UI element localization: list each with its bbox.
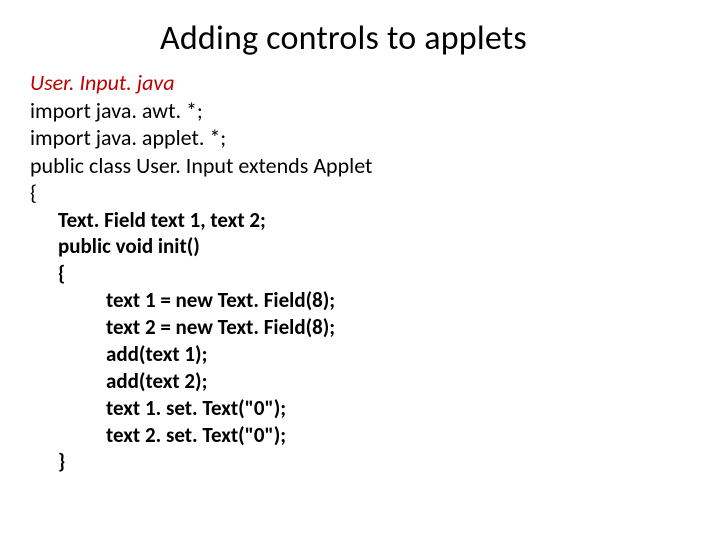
code-line: text 2. set. Text("0");	[30, 422, 690, 449]
code-line: {	[30, 179, 690, 207]
code-line: import java. applet. *;	[30, 124, 690, 152]
code-line: public class User. Input extends Applet	[30, 152, 690, 180]
slide: Adding controls to applets User. Input. …	[0, 0, 720, 540]
code-line: Text. Field text 1, text 2;	[30, 207, 690, 234]
code-line: public void init()	[30, 233, 690, 260]
code-line: text 2 = new Text. Field(8);	[30, 314, 690, 341]
code-line: {	[30, 260, 690, 287]
code-line: import java. awt. *;	[30, 97, 690, 125]
code-line: text 1 = new Text. Field(8);	[30, 287, 690, 314]
source-filename: User. Input. java	[30, 69, 690, 97]
code-line: text 1. set. Text("0");	[30, 395, 690, 422]
code-line: add(text 2);	[30, 368, 690, 395]
code-line: }	[30, 448, 690, 475]
code-line: add(text 1);	[30, 341, 690, 368]
slide-title: Adding controls to applets	[30, 18, 690, 59]
